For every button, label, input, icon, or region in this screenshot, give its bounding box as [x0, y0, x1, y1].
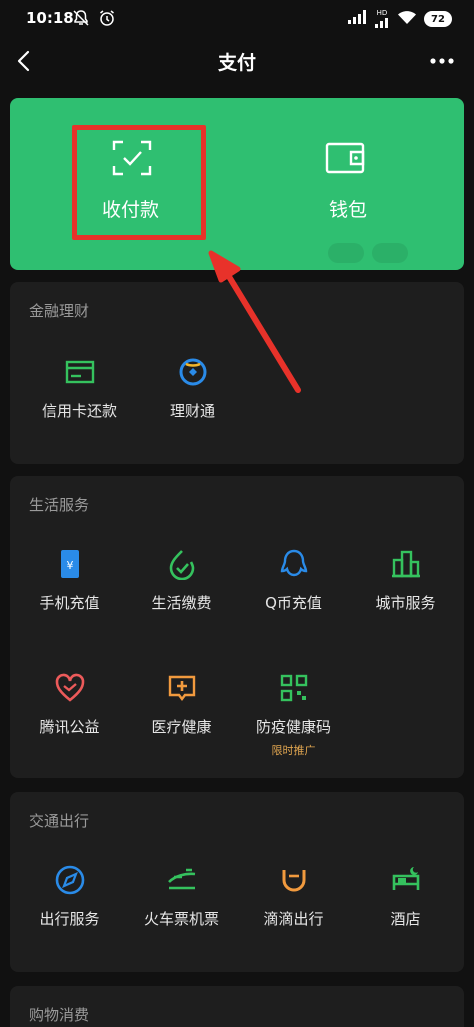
hd-signal-icon: HD: [374, 10, 390, 28]
qq-coin-icon: [278, 548, 310, 580]
tile-train-flight[interactable]: 火车票机票: [125, 864, 238, 954]
promo-badge: 限时推广: [271, 744, 316, 757]
wealth-icon: [177, 356, 209, 388]
tile-utility-bills[interactable]: 生活缴费: [125, 548, 238, 638]
more-options-icon[interactable]: [428, 50, 456, 72]
highlight-box: [72, 125, 206, 240]
section-title: 生活服务: [29, 496, 90, 514]
section-title: 交通出行: [29, 812, 90, 830]
hero-pager: [328, 243, 408, 263]
svg-text:¥: ¥: [67, 559, 74, 572]
medical-icon: [166, 672, 198, 704]
tile-label: 医疗健康: [151, 718, 212, 736]
tile-charity[interactable]: 腾讯公益: [13, 672, 126, 762]
section-title: 购物消费: [29, 1006, 90, 1024]
section-title: 金融理财: [29, 302, 90, 320]
wallet-label: 钱包: [329, 199, 368, 221]
nav-bar: 支付: [0, 38, 474, 84]
section-shopping: 购物消费: [10, 986, 464, 1027]
signal-icon: [347, 9, 367, 29]
tile-label: 滴滴出行: [263, 910, 324, 928]
section-finance: 金融理财 信用卡还款 理财通: [10, 282, 464, 464]
charity-icon: [54, 672, 86, 704]
status-time: 10:18: [26, 9, 74, 27]
wifi-icon: [397, 9, 417, 29]
section-transport: 交通出行 出行服务 火车票机票 滴滴出行 酒店: [10, 792, 464, 972]
pager-dot: [328, 243, 364, 263]
train-icon: [166, 864, 198, 896]
tile-label: Q币充值: [265, 594, 322, 612]
wallet-icon: [323, 138, 367, 178]
city-service-icon: [390, 548, 422, 580]
notifications-off-icon: [72, 9, 90, 31]
alarm-clock-icon: [98, 9, 116, 31]
battery-icon: 72: [424, 11, 452, 27]
tile-label: 城市服务: [375, 594, 436, 612]
utility-bill-icon: [166, 548, 198, 581]
tile-phone-topup[interactable]: ¥ 手机充值: [13, 548, 126, 638]
pager-dot: [372, 243, 408, 263]
tile-label: 火车票机票: [143, 910, 219, 928]
status-left-icons: [72, 9, 116, 31]
tile-label: 理财通: [169, 402, 215, 420]
tile-label: 手机充值: [39, 594, 100, 612]
tile-didi[interactable]: 滴滴出行: [237, 864, 350, 954]
tile-label: 防疫健康码: [255, 718, 331, 736]
tile-credit-card-repayment[interactable]: 信用卡还款: [23, 356, 136, 446]
tile-wealth[interactable]: 理财通: [136, 356, 249, 446]
tile-health-code[interactable]: 防疫健康码 限时推广: [237, 672, 350, 762]
hd-label: HD: [376, 9, 388, 17]
tile-travel-services[interactable]: 出行服务: [13, 864, 126, 954]
credit-card-icon: [64, 356, 96, 388]
tile-hotel[interactable]: 酒店: [349, 864, 462, 954]
tile-city-services[interactable]: 城市服务: [349, 548, 462, 638]
compass-icon: [54, 864, 86, 896]
qr-code-icon: [278, 672, 310, 704]
section-life-services: 生活服务 ¥ 手机充值 生活缴费 Q币充值 城市服务 腾讯公益 医疗健康 防疫健…: [10, 476, 464, 778]
tile-medical-health[interactable]: 医疗健康: [125, 672, 238, 762]
didi-icon: [278, 864, 310, 896]
tile-q-coin[interactable]: Q币充值: [237, 548, 350, 638]
tile-label: 生活缴费: [151, 594, 212, 612]
phone-topup-icon: ¥: [54, 548, 86, 580]
hotel-bed-icon: [390, 864, 422, 896]
tile-label: 出行服务: [39, 910, 100, 928]
page-title: 支付: [217, 52, 256, 74]
tile-label: 酒店: [390, 910, 421, 928]
status-right-icons: HD 72: [347, 9, 452, 29]
tile-label: 信用卡还款: [41, 402, 117, 420]
status-bar: 10:18 HD 72: [0, 0, 474, 38]
tile-label: 腾讯公益: [39, 718, 100, 736]
